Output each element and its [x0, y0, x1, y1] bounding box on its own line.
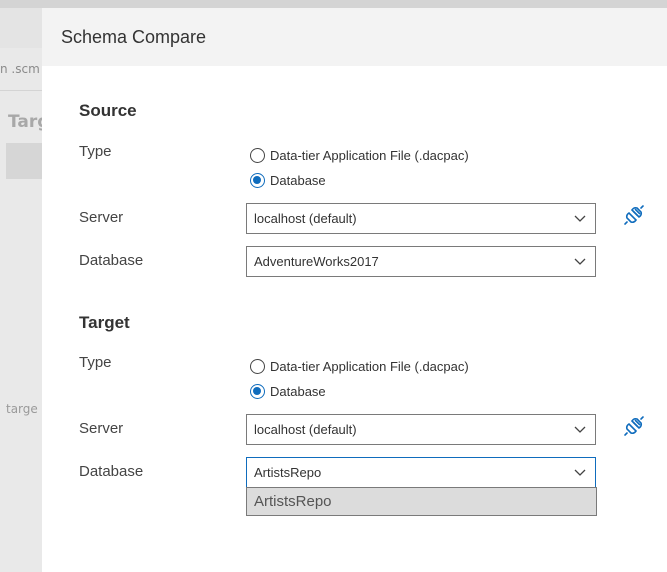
radio-unchecked-icon[interactable]: [250, 147, 265, 163]
source-server-dropdown[interactable]: localhost (default): [246, 203, 596, 234]
dialog-header: Schema Compare: [42, 8, 667, 66]
source-server-value: localhost (default): [254, 211, 357, 226]
source-server-label: Server: [79, 209, 124, 226]
target-type-database-radio[interactable]: Database: [250, 382, 326, 400]
radio-label: Data-tier Application File (.dacpac): [270, 358, 469, 374]
radio-label: Database: [270, 172, 326, 188]
target-server-value: localhost (default): [254, 422, 357, 437]
chevron-down-icon: [574, 426, 586, 433]
background-divider: [0, 90, 42, 91]
radio-checked-icon[interactable]: [250, 383, 265, 399]
dropdown-option-artistsrepo[interactable]: ArtistsRepo: [254, 493, 332, 510]
target-server-label: Server: [79, 420, 124, 437]
radio-label: Database: [270, 383, 326, 399]
schema-compare-dialog: Schema Compare Source Type Data-tier App…: [42, 8, 667, 572]
target-server-dropdown[interactable]: localhost (default): [246, 414, 596, 445]
target-database-dropdown[interactable]: ArtistsRepo: [246, 457, 596, 488]
source-type-label: Type: [79, 143, 112, 160]
source-database-dropdown[interactable]: AdventureWorks2017: [246, 246, 596, 277]
source-heading: Source: [79, 101, 137, 120]
target-database-label: Database: [79, 463, 144, 480]
target-heading: Target: [79, 313, 130, 332]
target-type-dacpac-radio[interactable]: Data-tier Application File (.dacpac): [250, 357, 469, 375]
source-type-database-radio[interactable]: Database: [250, 171, 326, 189]
chevron-down-icon: [574, 469, 586, 476]
radio-unchecked-icon[interactable]: [250, 358, 265, 374]
source-type-dacpac-radio[interactable]: Data-tier Application File (.dacpac): [250, 146, 469, 164]
dialog-title: Schema Compare: [61, 26, 207, 47]
background-target-box: [6, 143, 46, 179]
source-database-value: AdventureWorks2017: [254, 254, 379, 269]
source-database-label: Database: [79, 252, 144, 269]
radio-checked-icon[interactable]: [250, 172, 265, 188]
radio-label: Data-tier Application File (.dacpac): [270, 147, 469, 163]
background-file-tab: n .scm: [0, 62, 40, 76]
background-top-bar: [0, 0, 667, 8]
target-type-label: Type: [79, 354, 112, 371]
plug-connect-icon[interactable]: [623, 415, 645, 437]
background-target-text: targe: [6, 402, 38, 416]
plug-connect-icon[interactable]: [623, 204, 645, 226]
chevron-down-icon: [574, 215, 586, 222]
target-database-value: ArtistsRepo: [254, 465, 322, 480]
chevron-down-icon: [574, 258, 586, 265]
target-database-dropdown-list: ArtistsRepo: [246, 487, 597, 516]
